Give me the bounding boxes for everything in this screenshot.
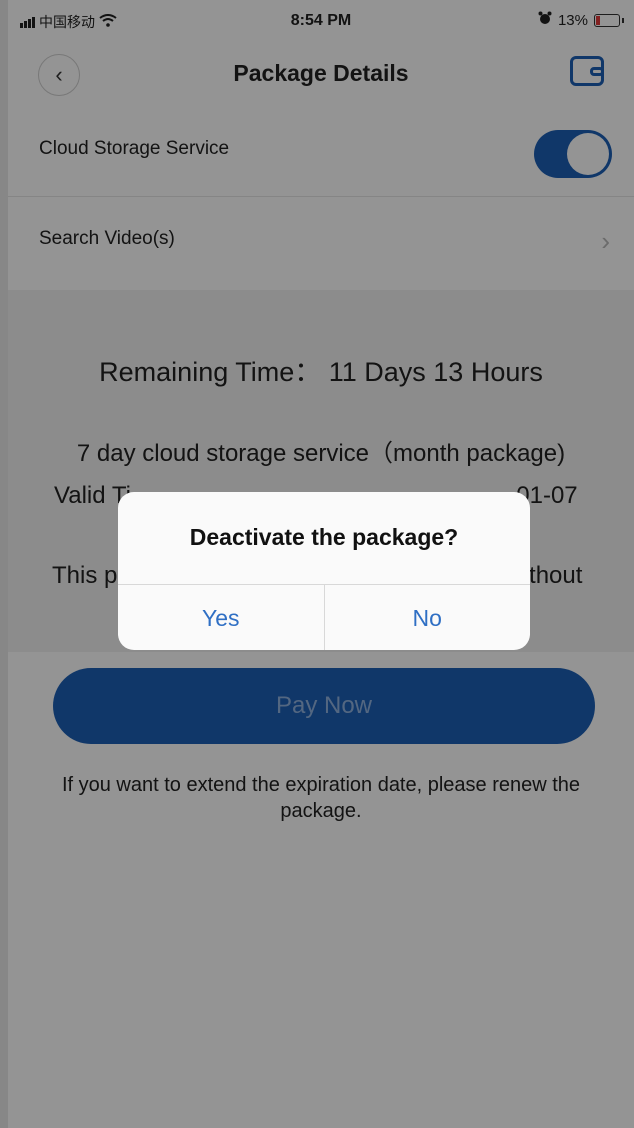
yes-button[interactable]: Yes (118, 585, 324, 650)
dialog-buttons: Yes No (118, 584, 530, 650)
no-button[interactable]: No (323, 585, 531, 650)
deactivate-dialog: Deactivate the package? Yes No (118, 492, 530, 650)
dialog-title: Deactivate the package? (189, 524, 459, 550)
